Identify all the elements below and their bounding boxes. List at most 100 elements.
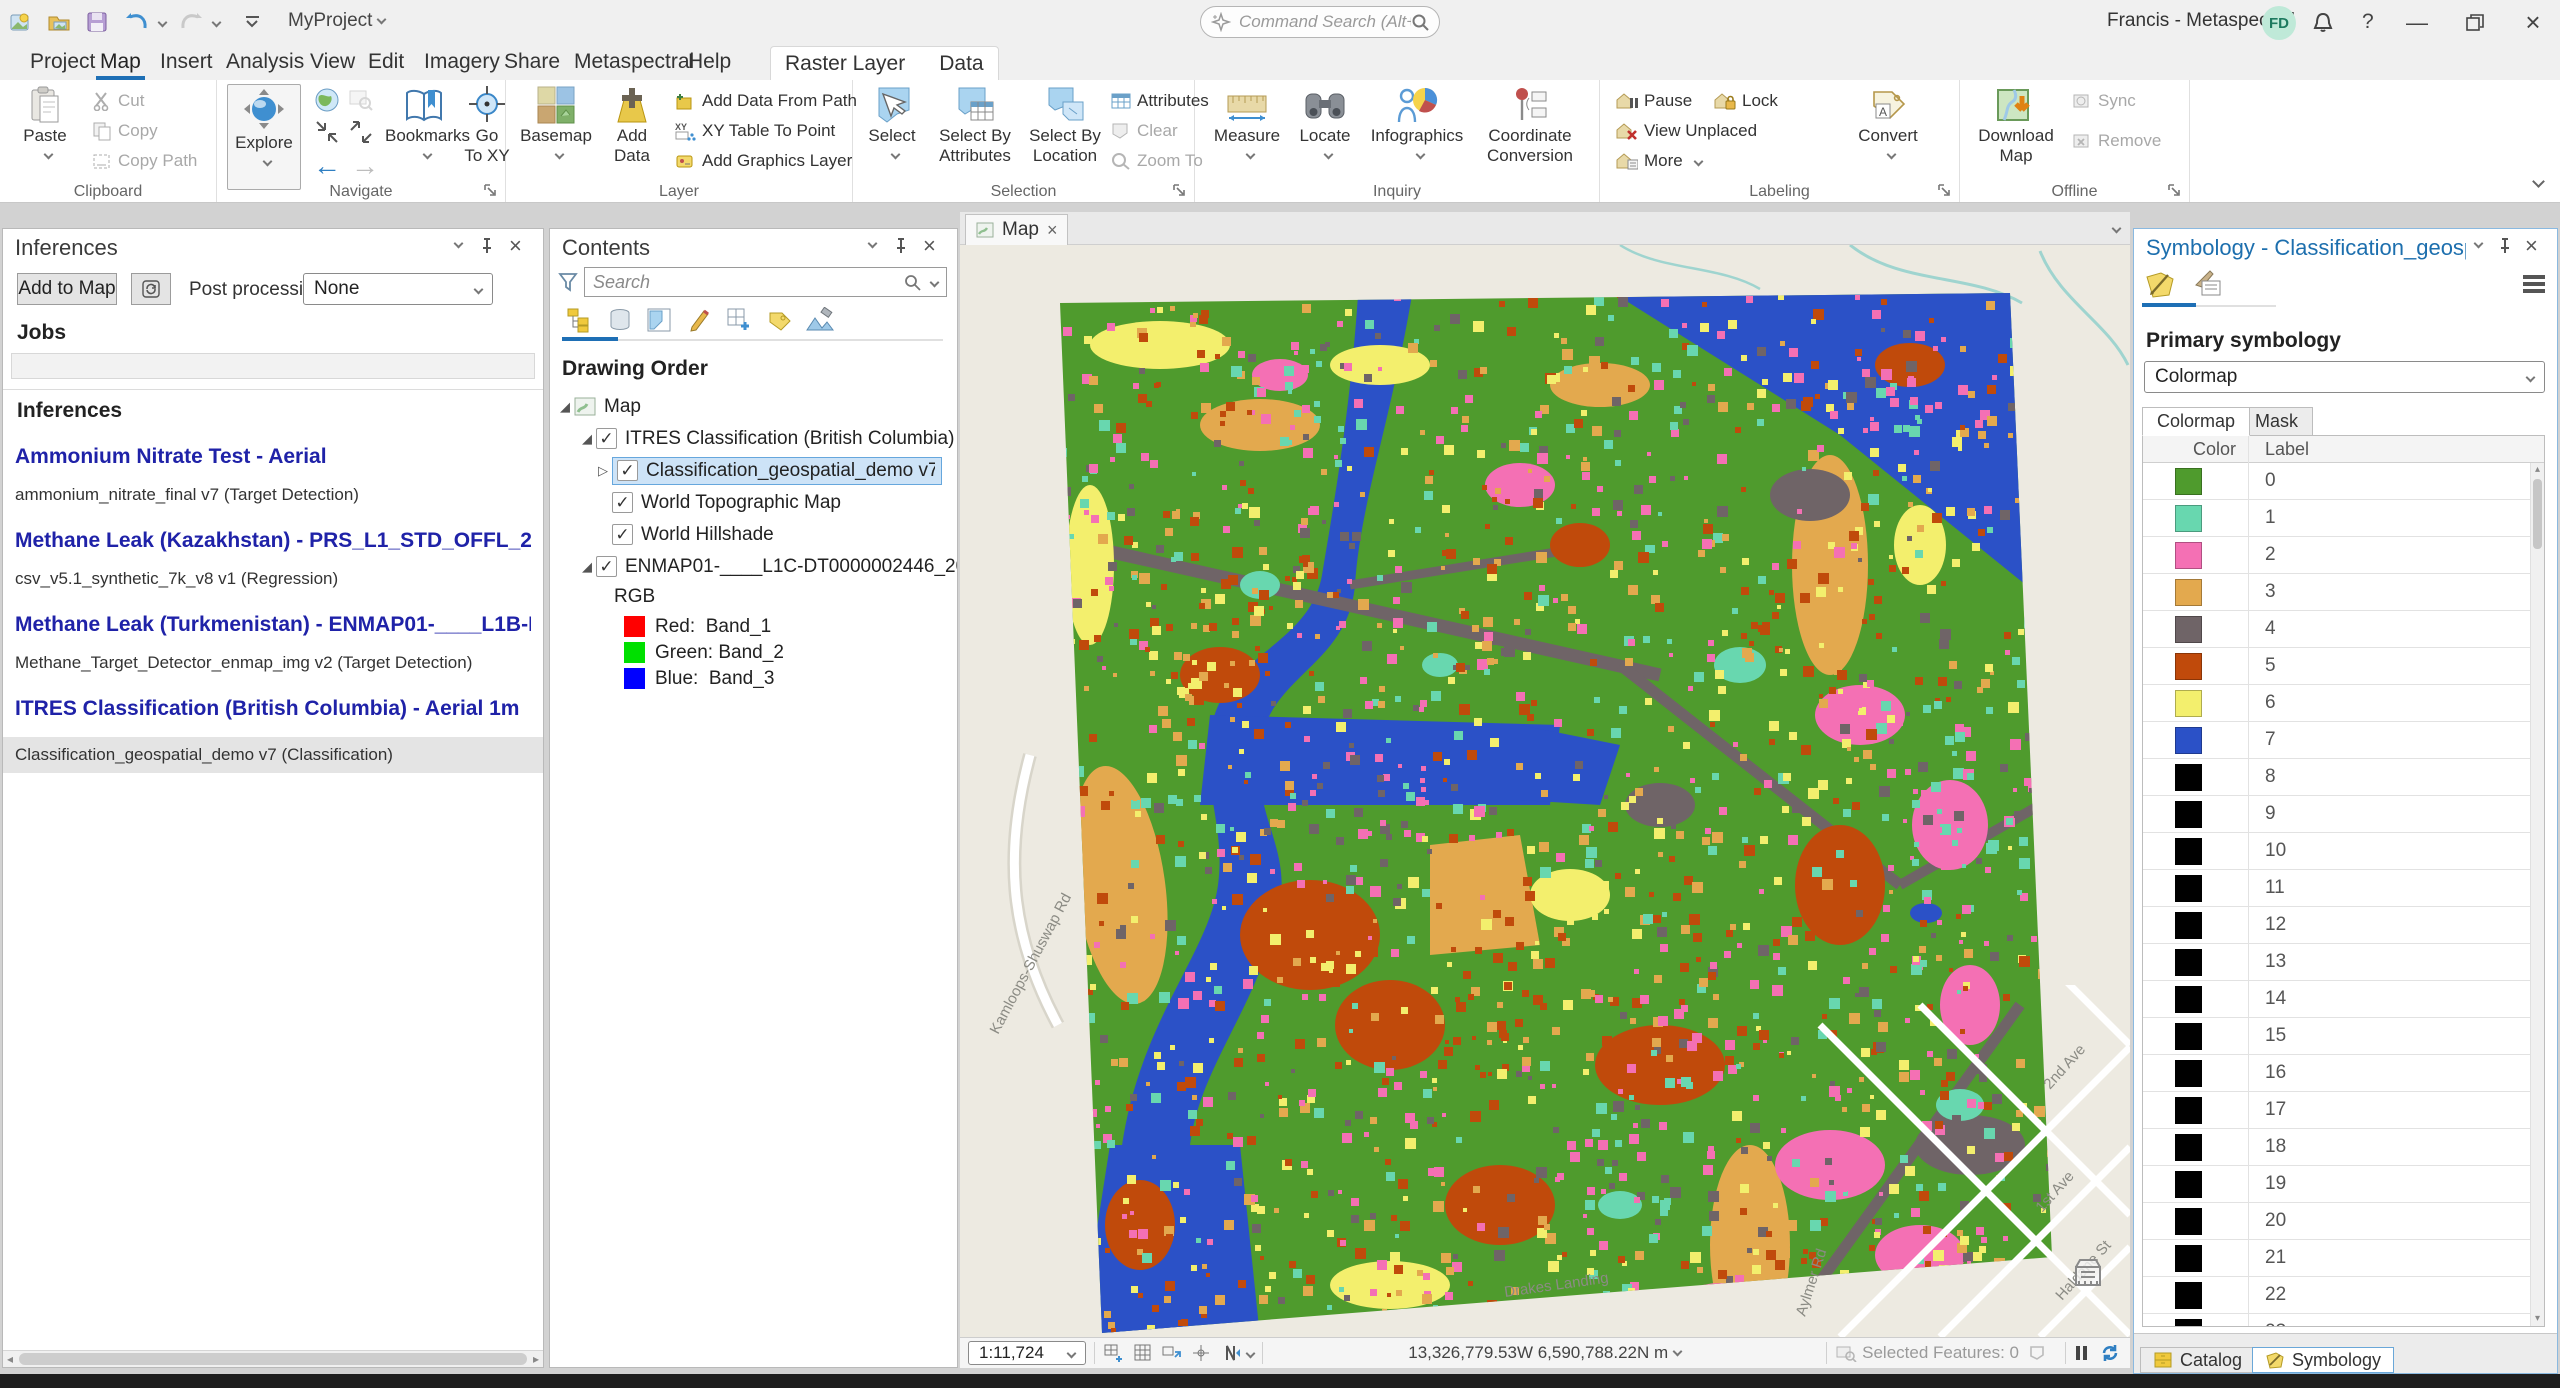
colormap-label[interactable]: 6 <box>2265 692 2276 714</box>
collapse-extent-icon[interactable] <box>313 120 341 144</box>
list-by-selection-tab[interactable] <box>640 305 680 335</box>
selected-features-status[interactable]: Selected Features: 0 <box>1835 1343 2019 1363</box>
map-attribution-icon[interactable] <box>2068 1255 2108 1291</box>
colormap-color-swatch[interactable] <box>2175 801 2202 828</box>
symbology-tab[interactable]: Symbology <box>2252 1347 2394 1373</box>
tree-item-enmap-layer[interactable]: ◢ ✓ ENMAP01-____L1C-DT0000002446_2022081… <box>550 551 957 582</box>
colormap-label[interactable]: 5 <box>2265 655 2276 677</box>
goto-xy-button[interactable]: Go To XY <box>463 84 511 166</box>
ribbon-tab-edit[interactable]: Edit <box>364 45 408 80</box>
command-search-input[interactable]: Command Search (Alt+Q) <box>1200 6 1440 38</box>
colormap-label[interactable]: 14 <box>2265 988 2286 1010</box>
contents-search-input[interactable]: Search <box>584 267 947 297</box>
colormap-row[interactable]: 6 <box>2143 685 2530 722</box>
restore-button[interactable] <box>2446 0 2504 45</box>
select-button[interactable]: Select <box>861 84 923 166</box>
pause-drawing-icon[interactable] <box>2074 1344 2090 1362</box>
colormap-label[interactable]: 22 <box>2265 1284 2286 1306</box>
refresh-inferences-button[interactable] <box>131 273 171 305</box>
colormap-row[interactable]: 1 <box>2143 500 2530 537</box>
colormap-color-swatch[interactable] <box>2175 616 2202 643</box>
ribbon-tab-imagery[interactable]: Imagery <box>420 45 504 80</box>
select-by-attributes-button[interactable]: Select By Attributes <box>931 84 1019 166</box>
colormap-label[interactable]: 19 <box>2265 1173 2286 1195</box>
colormap-label[interactable]: 12 <box>2265 914 2286 936</box>
pin-icon[interactable] <box>479 237 501 257</box>
next-extent-button[interactable]: → <box>351 152 379 180</box>
open-project-icon[interactable] <box>44 8 74 36</box>
scroll-up-arrow[interactable]: ▴ <box>2531 463 2544 477</box>
collapse-ribbon-button[interactable] <box>2528 176 2543 194</box>
colormap-row[interactable]: 8 <box>2143 759 2530 796</box>
label-column-header[interactable]: Label <box>2265 439 2309 460</box>
zoom-to-selection-button[interactable]: Zoom To <box>1111 148 1203 174</box>
layer-checkbox[interactable]: ✓ <box>596 428 617 449</box>
scroll-thumb[interactable] <box>19 1353 527 1365</box>
colormap-row[interactable]: 13 <box>2143 944 2530 981</box>
colormap-label[interactable]: 9 <box>2265 803 2276 825</box>
colormap-color-swatch[interactable] <box>2175 468 2202 495</box>
colormap-color-swatch[interactable] <box>2175 1171 2202 1198</box>
ribbon-tab-metaspectral[interactable]: Metaspectral <box>570 45 698 80</box>
list-by-drawing-order-tab[interactable] <box>560 305 600 335</box>
sync-button[interactable]: Sync <box>2072 88 2136 114</box>
list-by-snapping-tab[interactable] <box>720 305 760 335</box>
save-project-icon[interactable] <box>82 8 112 36</box>
ribbon-tab-map[interactable]: Map <box>96 45 145 80</box>
add-graphics-layer-button[interactable]: Add Graphics Layer <box>674 148 852 174</box>
colormap-color-swatch[interactable] <box>2175 690 2202 717</box>
scroll-thumb[interactable] <box>2533 479 2542 549</box>
copy-button[interactable]: Copy <box>92 118 158 144</box>
add-grid-icon[interactable] <box>1103 1343 1125 1363</box>
measure-button[interactable]: Measure <box>1209 84 1285 166</box>
colormap-label[interactable]: 7 <box>2265 729 2276 751</box>
ribbon-tab-insert[interactable]: Insert <box>156 45 217 80</box>
convert-labels-button[interactable]: A Convert <box>1852 84 1924 166</box>
colormap-row[interactable]: 14 <box>2143 981 2530 1018</box>
layer-checkbox[interactable]: ✓ <box>596 556 617 577</box>
close-pane-icon[interactable]: × <box>2525 237 2547 257</box>
refresh-map-icon[interactable] <box>2100 1343 2120 1363</box>
colormap-label[interactable]: 0 <box>2265 470 2276 492</box>
colormap-row[interactable]: 19 <box>2143 1166 2530 1203</box>
redo-dropdown[interactable] <box>204 8 222 36</box>
colormap-color-swatch[interactable] <box>2175 875 2202 902</box>
colormap-color-swatch[interactable] <box>2175 1023 2202 1050</box>
colormap-row[interactable]: 22 <box>2143 1277 2530 1314</box>
close-pane-icon[interactable]: × <box>509 237 531 257</box>
tree-item-map[interactable]: ◢ Map <box>550 391 957 422</box>
add-data-button[interactable]: Add Data <box>602 84 662 166</box>
colormap-label[interactable]: 17 <box>2265 1099 2286 1121</box>
colormap-label[interactable]: 21 <box>2265 1247 2286 1269</box>
basemap-button[interactable]: Basemap <box>518 84 594 166</box>
scroll-right-arrow[interactable]: ▸ <box>533 1351 539 1368</box>
download-map-button[interactable]: Download Map <box>1974 84 2058 166</box>
list-by-labeling-tab[interactable] <box>760 305 800 335</box>
colormap-color-swatch[interactable] <box>2175 1060 2202 1087</box>
colormap-label[interactable]: 13 <box>2265 951 2286 973</box>
colormap-color-swatch[interactable] <box>2175 1097 2202 1124</box>
tab-list-chevron-icon[interactable] <box>2107 222 2120 240</box>
colormap-row[interactable]: 23 <box>2143 1314 2530 1327</box>
copy-path-button[interactable]: Copy Path <box>92 148 197 174</box>
colormap-row[interactable]: 9 <box>2143 796 2530 833</box>
colormap-label[interactable]: 15 <box>2265 1025 2286 1047</box>
close-button[interactable]: × <box>2504 0 2560 45</box>
pane-menu-chevron-icon[interactable] <box>449 237 471 257</box>
snap-settings-icon[interactable] <box>1161 1343 1183 1363</box>
colormap-label[interactable]: 20 <box>2265 1210 2286 1232</box>
inference-item[interactable]: ITRES Classification (British Columbia) … <box>3 687 543 777</box>
inference-item[interactable]: Ammonium Nitrate Test - Aerialammonium_n… <box>3 435 543 519</box>
ribbon-tab-project[interactable]: Project <box>26 45 99 80</box>
colormap-color-swatch[interactable] <box>2175 912 2202 939</box>
map-canvas[interactable]: Kamloops-Shuswap Rd2nd Ave1st AveHaldane… <box>960 245 2130 1337</box>
infographics-button[interactable]: Infographics <box>1365 84 1469 166</box>
colormap-label[interactable]: 2 <box>2265 544 2276 566</box>
scroll-left-arrow[interactable]: ◂ <box>7 1351 13 1368</box>
north-arrow-icon[interactable] <box>1219 1343 1241 1363</box>
colormap-label[interactable]: 23 <box>2265 1321 2286 1327</box>
coordinate-conversion-button[interactable]: Coordinate Conversion <box>1477 84 1583 166</box>
list-by-editing-tab[interactable] <box>680 305 720 335</box>
colormap-color-swatch[interactable] <box>2175 579 2202 606</box>
colormap-label[interactable]: 16 <box>2265 1062 2286 1084</box>
